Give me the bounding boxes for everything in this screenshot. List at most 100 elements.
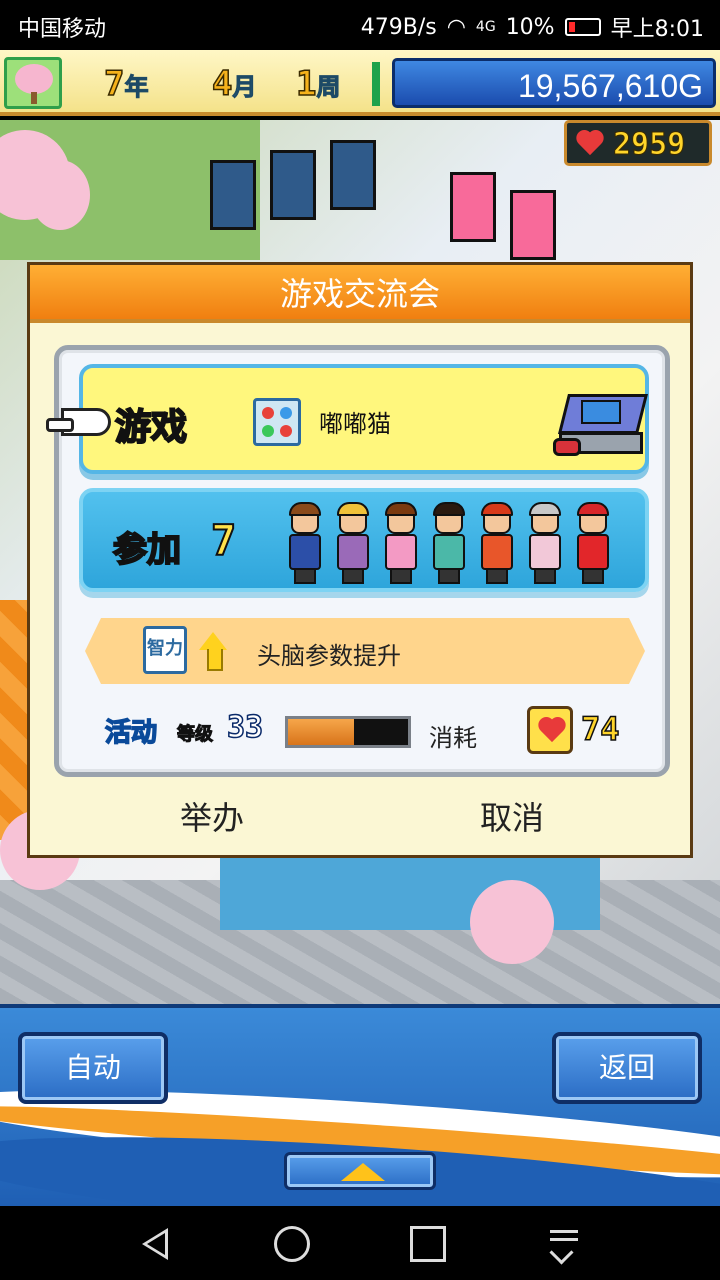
participant-body: [577, 534, 609, 570]
date-month: 4月: [211, 63, 257, 105]
level-progress-fill: [288, 719, 354, 745]
participant-body: [433, 534, 465, 570]
cost-value: 74: [580, 709, 620, 749]
arcade-console-icon: [553, 378, 649, 458]
year-value: 7: [103, 63, 125, 105]
arcade-machine: [330, 140, 376, 210]
carrier-name: 中国移动: [18, 17, 107, 42]
dot-icon: [280, 425, 292, 437]
participant-body: [385, 534, 417, 570]
participant-hair: [289, 502, 321, 516]
month-unit: 月: [232, 73, 257, 102]
participant-legs: [342, 568, 364, 584]
participant-legs: [390, 568, 412, 584]
game-select-row[interactable]: 游戏 嘟嘟猫: [46, 364, 649, 474]
week-value: 1: [295, 63, 317, 105]
participant-hair: [337, 502, 369, 516]
money-value: 19,567,610G: [517, 68, 703, 104]
dot-icon: [280, 407, 292, 419]
hearts-display: 2959: [564, 120, 712, 166]
up-triangle-icon: [341, 1163, 385, 1181]
participant-sprite: [477, 502, 517, 586]
clock: 早上8:01: [610, 17, 704, 42]
participant-sprite: [285, 502, 325, 586]
participant-legs: [582, 568, 604, 584]
cherry-tree: [470, 880, 554, 964]
game-convention-dialog: 游戏交流会 游戏 嘟嘟猫 参加 7 智力 头脑参数提升 活动 等级 33 消耗 …: [27, 262, 693, 858]
top-hud: 7年 4月 1周 19,567,610G: [0, 50, 720, 116]
nav-back-icon[interactable]: [138, 1226, 174, 1262]
dot-icon: [262, 425, 274, 437]
console-seat: [553, 438, 581, 456]
participant-body: [481, 534, 513, 570]
participant-body: [289, 534, 321, 570]
effect-row: 智力 头脑参数提升: [85, 618, 645, 684]
cost-row: 活动 等级 33 消耗 74: [79, 704, 649, 760]
participant-sprite: [333, 502, 373, 586]
date-year: 7年: [103, 63, 149, 105]
expand-menu-button[interactable]: [284, 1152, 436, 1190]
up-arrow-icon: [199, 632, 227, 671]
back-button[interactable]: 返回: [552, 1032, 702, 1104]
date-week: 1周: [295, 63, 341, 105]
dialog-content: 游戏 嘟嘟猫 参加 7 智力 头脑参数提升 活动 等级 33 消耗 74: [46, 345, 670, 777]
effect-text: 头脑参数提升: [257, 642, 401, 670]
game-label: 游戏: [114, 406, 188, 449]
heart-icon: [575, 131, 605, 159]
brain-stat-icon: 智力: [143, 626, 187, 674]
hud-divider: [372, 62, 380, 106]
nav-notification-icon[interactable]: [546, 1226, 582, 1262]
host-button[interactable]: 举办: [112, 793, 312, 843]
cherry-tree: [30, 160, 90, 230]
participant-sprite: [525, 502, 565, 586]
dot-icon: [262, 407, 274, 419]
participant-legs: [294, 568, 316, 584]
game-name: 嘟嘟猫: [319, 410, 391, 438]
join-count: 7: [210, 515, 237, 566]
participant-hair: [433, 502, 465, 516]
status-bar: 中国移动 479B/s ◠ 4G 10% 早上8:01: [0, 0, 720, 50]
participant-hair: [481, 502, 513, 516]
level-value: 33: [226, 709, 264, 746]
participant-hair: [529, 502, 561, 516]
network-speed: 479B/s: [360, 14, 437, 40]
cost-label: 消耗: [429, 724, 477, 752]
year-unit: 年: [124, 73, 149, 102]
arcade-machine: [510, 190, 556, 260]
bottom-panel: 自动 返回: [0, 1004, 720, 1206]
puzzle-genre-icon: [253, 398, 301, 446]
arcade-machine: [210, 160, 256, 230]
week-unit: 周: [316, 73, 341, 102]
season-tree-icon[interactable]: [4, 57, 62, 109]
system-nav-bar: [0, 1206, 720, 1280]
heart-icon: [537, 718, 567, 746]
participant-body: [529, 534, 561, 570]
pointing-hand-icon: [46, 408, 111, 436]
battery-icon: [564, 18, 601, 36]
nav-recent-apps-icon[interactable]: [410, 1226, 446, 1262]
participant-legs: [486, 568, 508, 584]
month-value: 4: [211, 63, 233, 105]
cost-heart-box: [527, 706, 573, 754]
arcade-machine: [270, 150, 316, 220]
participant-hair: [385, 502, 417, 516]
level-progress-bar: [285, 716, 411, 748]
cancel-button[interactable]: 取消: [412, 793, 612, 843]
participant-legs: [534, 568, 556, 584]
activity-label: 活动: [104, 717, 158, 749]
participant-sprite: [429, 502, 469, 586]
participants-row[interactable]: 参加 7: [79, 488, 649, 592]
participant-hair: [577, 502, 609, 516]
status-right: 479B/s ◠ 4G 10% 早上8:01: [361, 11, 704, 43]
arcade-machine: [450, 172, 496, 242]
battery-percent: 10%: [505, 14, 555, 40]
signal-icon: 4G: [475, 19, 496, 35]
console-screen: [581, 400, 621, 424]
participant-sprite: [573, 502, 613, 586]
money-display: 19,567,610G: [392, 58, 716, 108]
join-label: 参加: [112, 529, 182, 571]
wifi-icon: ◠: [446, 14, 466, 40]
auto-button[interactable]: 自动: [18, 1032, 168, 1104]
nav-home-icon[interactable]: [274, 1226, 310, 1262]
participant-sprite: [381, 502, 421, 586]
